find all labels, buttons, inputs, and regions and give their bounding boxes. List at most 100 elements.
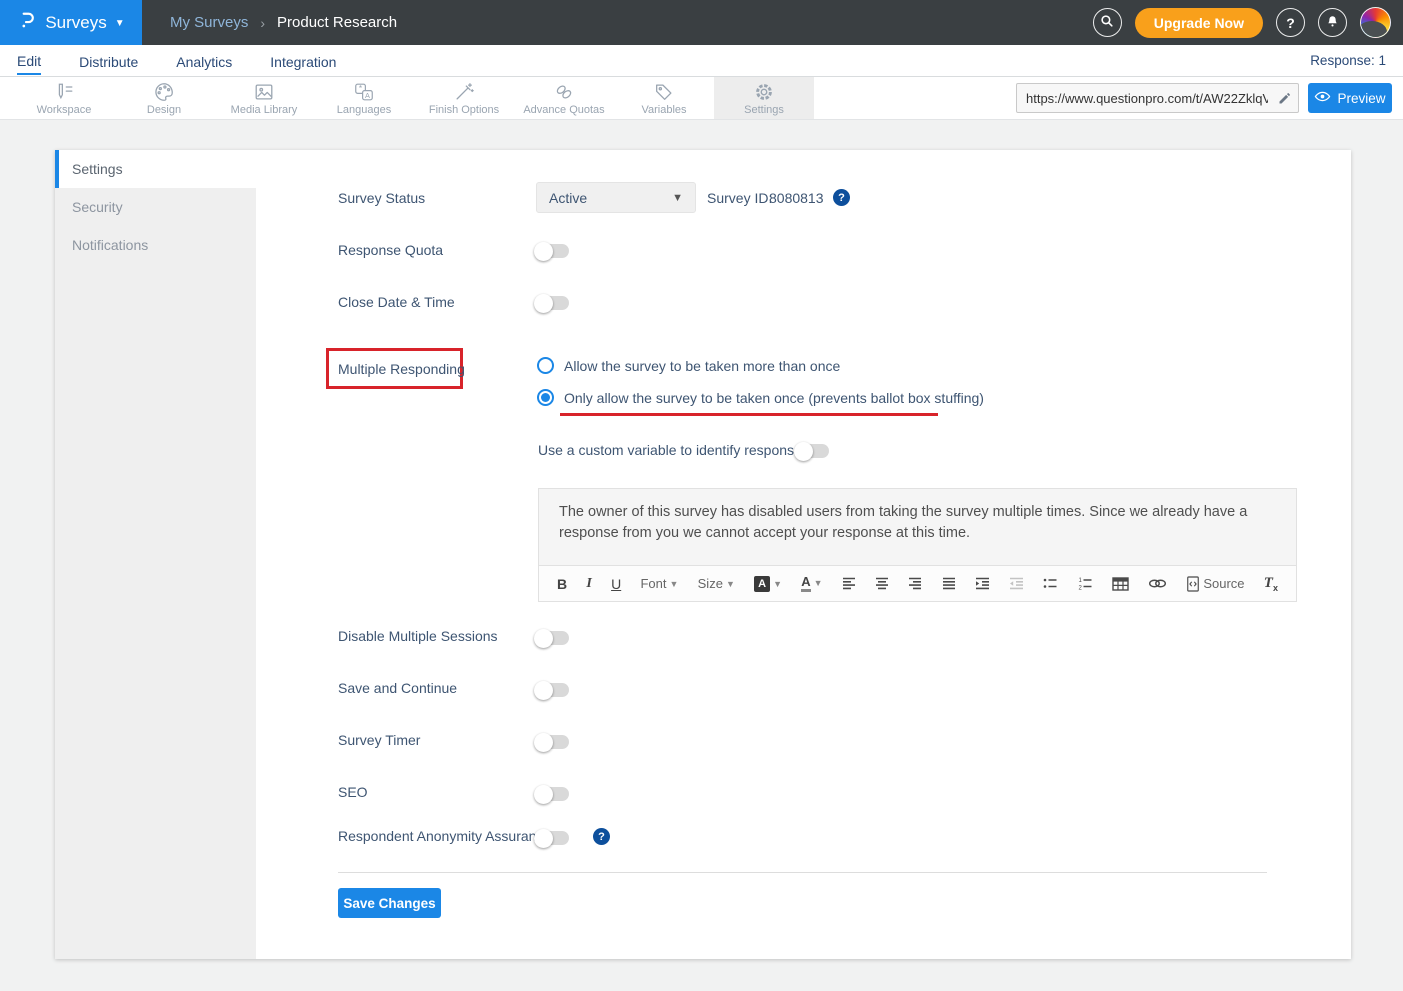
respondent-anonymity-toggle[interactable] bbox=[536, 831, 569, 845]
tab-edit[interactable]: Edit bbox=[17, 47, 41, 75]
chevron-down-icon: ▼ bbox=[115, 18, 125, 29]
editor-message[interactable]: The owner of this survey has disabled us… bbox=[539, 489, 1296, 565]
search-button[interactable] bbox=[1093, 8, 1122, 37]
respondent-anonymity-help-icon[interactable]: ? bbox=[593, 828, 610, 845]
settings-sidebar: Settings Security Notifications bbox=[55, 150, 256, 959]
align-left-icon bbox=[842, 577, 856, 590]
app-logo-menu[interactable]: Surveys ▼ bbox=[0, 0, 142, 45]
tab-analytics[interactable]: Analytics bbox=[176, 48, 232, 74]
font-dropdown[interactable]: Font ▼ bbox=[640, 576, 678, 591]
languages-icon: * A bbox=[353, 81, 375, 103]
bell-icon bbox=[1325, 14, 1340, 32]
bold-button[interactable]: B bbox=[557, 576, 567, 592]
remove-format-button[interactable]: Tx bbox=[1264, 575, 1278, 593]
insert-table-button[interactable] bbox=[1112, 577, 1129, 591]
toolbar-item-design[interactable]: Design bbox=[114, 77, 214, 119]
upgrade-now-button[interactable]: Upgrade Now bbox=[1135, 8, 1263, 38]
media-library-icon bbox=[253, 81, 275, 103]
svg-text:A: A bbox=[365, 90, 370, 99]
variables-tag-icon bbox=[653, 81, 675, 103]
disable-multiple-sessions-toggle[interactable] bbox=[536, 631, 569, 645]
survey-status-label: Survey Status bbox=[338, 190, 425, 206]
numbered-list-button[interactable]: 12 bbox=[1078, 577, 1093, 590]
disable-multiple-sessions-label: Disable Multiple Sessions bbox=[338, 628, 498, 644]
multiple-responding-label: Multiple Responding bbox=[329, 361, 465, 377]
toolbar-item-workspace[interactable]: Workspace bbox=[14, 77, 114, 119]
text-color-icon: A bbox=[801, 575, 810, 592]
logo-product-label: Surveys bbox=[45, 13, 106, 33]
preview-button[interactable]: Preview bbox=[1308, 83, 1392, 113]
align-center-button[interactable] bbox=[875, 577, 889, 590]
bullet-list-button[interactable] bbox=[1043, 577, 1058, 590]
custom-variable-toggle[interactable] bbox=[796, 444, 829, 458]
settings-main: Survey Status Active ▼ Survey ID: 808081… bbox=[256, 150, 1351, 959]
questionpro-logo-icon bbox=[17, 9, 37, 36]
save-and-continue-label: Save and Continue bbox=[338, 680, 457, 696]
radio-only-once[interactable]: Only allow the survey to be taken once (… bbox=[537, 389, 984, 406]
italic-button[interactable]: I bbox=[586, 576, 591, 592]
toolbar-item-advance-quotas[interactable]: Advance Quotas bbox=[514, 77, 614, 119]
insert-link-button[interactable] bbox=[1148, 577, 1167, 590]
save-and-continue-toggle[interactable] bbox=[536, 683, 569, 697]
svg-text:1: 1 bbox=[1078, 578, 1082, 584]
toolbar-right: Preview bbox=[1016, 77, 1403, 119]
outdent-button[interactable] bbox=[1009, 577, 1024, 590]
svg-text:2: 2 bbox=[1078, 586, 1082, 591]
align-right-button[interactable] bbox=[908, 577, 922, 590]
toolbar-item-finish-options[interactable]: Finish Options bbox=[414, 77, 514, 119]
survey-timer-label: Survey Timer bbox=[338, 732, 420, 748]
save-changes-button[interactable]: Save Changes bbox=[338, 888, 441, 918]
response-count[interactable]: Response: 1 bbox=[1310, 53, 1386, 68]
toolbar-item-variables[interactable]: Variables bbox=[614, 77, 714, 119]
respondent-anonymity-label: Respondent Anonymity Assurance bbox=[338, 828, 551, 844]
tab-integration[interactable]: Integration bbox=[270, 48, 336, 74]
user-avatar[interactable] bbox=[1360, 7, 1391, 38]
response-quota-label: Response Quota bbox=[338, 242, 443, 258]
survey-section-nav: Edit Distribute Analytics Integration Re… bbox=[0, 45, 1403, 77]
indent-button[interactable] bbox=[975, 577, 990, 590]
align-justify-button[interactable] bbox=[942, 577, 956, 590]
survey-timer-toggle[interactable] bbox=[536, 735, 569, 749]
survey-id-value: 8080813 bbox=[769, 190, 824, 206]
remove-format-icon: Tx bbox=[1264, 575, 1278, 593]
underline-button[interactable]: U bbox=[611, 576, 621, 592]
toolbar-item-settings[interactable]: Settings bbox=[714, 77, 814, 119]
toolbar-item-languages[interactable]: * A Languages bbox=[314, 77, 414, 119]
bottom-divider bbox=[338, 872, 1267, 873]
chevron-down-icon: ▼ bbox=[669, 579, 678, 589]
survey-url-field bbox=[1016, 83, 1299, 113]
breadcrumb-separator-icon: › bbox=[260, 15, 265, 31]
align-center-icon bbox=[875, 577, 889, 590]
help-button[interactable]: ? bbox=[1276, 8, 1305, 37]
text-color-button[interactable]: A ▼ bbox=[801, 575, 822, 592]
close-date-time-label: Close Date & Time bbox=[338, 294, 455, 310]
seo-toggle[interactable] bbox=[536, 787, 569, 801]
survey-status-help-icon[interactable]: ? bbox=[833, 189, 850, 206]
size-dropdown[interactable]: Size ▼ bbox=[698, 576, 735, 591]
edit-toolbar: Workspace Design Media Library * A La bbox=[0, 77, 1403, 120]
source-button[interactable]: Source bbox=[1186, 576, 1244, 592]
breadcrumb-my-surveys[interactable]: My Surveys bbox=[170, 14, 248, 31]
sidebar-item-notifications[interactable]: Notifications bbox=[55, 226, 256, 264]
search-icon bbox=[1099, 13, 1115, 32]
edit-url-pencil-icon[interactable] bbox=[1270, 91, 1298, 106]
close-date-time-toggle[interactable] bbox=[536, 296, 569, 310]
sidebar-item-security[interactable]: Security bbox=[55, 188, 256, 226]
response-quota-toggle[interactable] bbox=[536, 244, 569, 258]
disabled-message-editor: The owner of this survey has disabled us… bbox=[538, 488, 1297, 602]
eye-icon bbox=[1314, 90, 1331, 106]
sidebar-item-settings[interactable]: Settings bbox=[55, 150, 256, 188]
survey-id-label: Survey ID: bbox=[707, 190, 772, 206]
background-color-button[interactable]: A ▼ bbox=[754, 576, 782, 592]
survey-status-dropdown[interactable]: Active ▼ bbox=[536, 182, 696, 213]
align-left-button[interactable] bbox=[842, 577, 856, 590]
toolbar-item-media-library[interactable]: Media Library bbox=[214, 77, 314, 119]
top-navbar: Surveys ▼ My Surveys › Product Research … bbox=[0, 0, 1403, 45]
notifications-button[interactable] bbox=[1318, 8, 1347, 37]
tab-distribute[interactable]: Distribute bbox=[79, 48, 138, 74]
editor-toolbar: B I U Font ▼ Size ▼ A ▼ bbox=[539, 565, 1296, 601]
survey-url-input[interactable] bbox=[1017, 91, 1270, 106]
settings-card: Settings Security Notifications Survey S… bbox=[55, 150, 1351, 959]
link-icon bbox=[1148, 577, 1167, 590]
radio-allow-multiple[interactable]: Allow the survey to be taken more than o… bbox=[537, 357, 840, 374]
